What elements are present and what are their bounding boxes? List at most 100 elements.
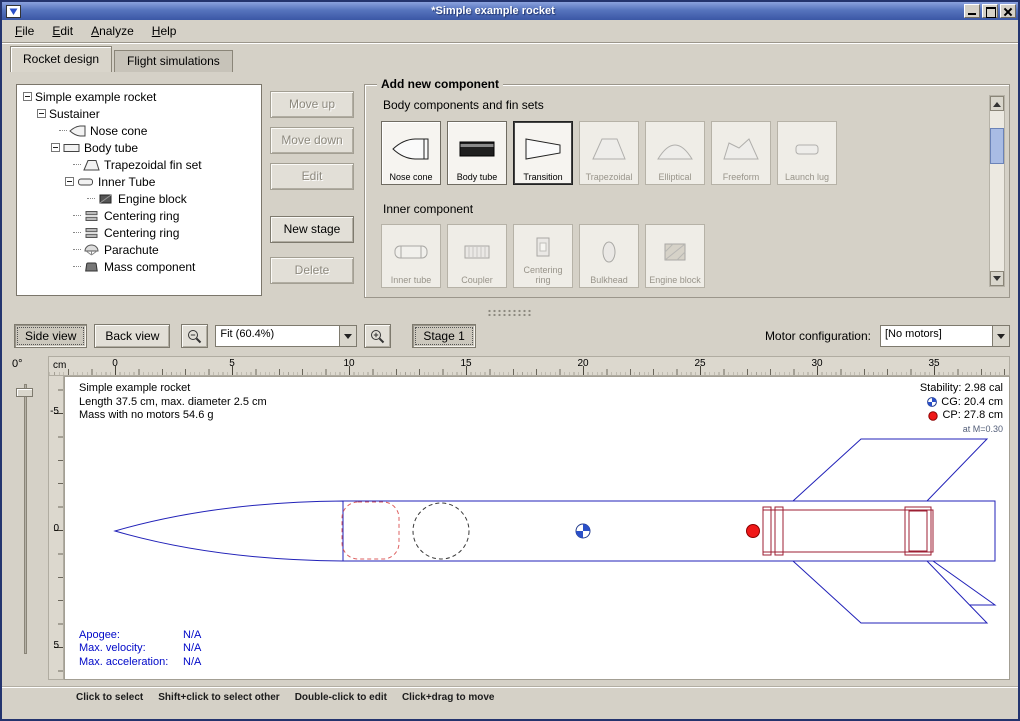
- rotation-angle-label: 0°: [12, 358, 23, 370]
- main-tabs: Rocket design Flight simulations: [2, 43, 1018, 72]
- add-engine-block-button[interactable]: Engine block: [645, 224, 705, 288]
- body-tube-icon: [457, 126, 497, 172]
- tree-actions: Move up Move down Edit New stage Delete: [270, 91, 354, 284]
- mach-condition: at M=0.30: [920, 423, 1003, 437]
- tree-item-rocket[interactable]: Simple example rocket: [19, 88, 261, 105]
- tree-item-inner-tube[interactable]: Inner Tube: [19, 173, 261, 190]
- menu-edit[interactable]: Edit: [43, 21, 82, 41]
- tab-flight-simulations[interactable]: Flight simulations: [114, 50, 233, 72]
- add-transition-button[interactable]: Transition: [513, 121, 573, 185]
- panel-splitter[interactable]: [2, 306, 1018, 318]
- elliptical-fin-icon: [655, 126, 695, 172]
- add-freeform-fin-button[interactable]: Freeform: [711, 121, 771, 185]
- tree-connector: [73, 232, 81, 233]
- scrollbar-thumb[interactable]: [990, 128, 1004, 164]
- tree-item-sustainer[interactable]: Sustainer: [19, 105, 261, 122]
- freeform-fin-icon: [721, 126, 761, 172]
- dropdown-arrow-icon[interactable]: [992, 326, 1009, 346]
- inner-component-label: Inner component: [383, 202, 473, 216]
- rocket-mass: Mass with no motors 54.6 g: [79, 409, 267, 423]
- add-elliptical-fin-button[interactable]: Elliptical: [645, 121, 705, 185]
- add-coupler-button[interactable]: Coupler: [447, 224, 507, 288]
- tree-item-centering-ring-2[interactable]: Centering ring: [19, 224, 261, 241]
- apogee-value: N/A: [183, 629, 201, 641]
- dropdown-arrow-icon[interactable]: [339, 326, 356, 346]
- move-down-button[interactable]: Move down: [270, 127, 354, 154]
- add-inner-tube-button[interactable]: Inner tube: [381, 224, 441, 288]
- minimize-button[interactable]: [964, 4, 980, 18]
- collapse-expander-icon[interactable]: [23, 92, 32, 101]
- add-bulkhead-button[interactable]: Bulkhead: [579, 224, 639, 288]
- tree-item-fin-set[interactable]: Trapezoidal fin set: [19, 156, 261, 173]
- centering-ring-icon: [523, 229, 563, 265]
- hint-shift-click: Shift+click to select other: [158, 692, 279, 719]
- cg-legend-icon: [927, 397, 937, 407]
- body-components-label: Body components and fin sets: [383, 98, 544, 112]
- new-stage-button[interactable]: New stage: [270, 216, 354, 243]
- transition-icon: [523, 126, 563, 172]
- zoom-select[interactable]: Fit (60.4%): [215, 325, 357, 347]
- tab-rocket-design[interactable]: Rocket design: [10, 46, 112, 72]
- collapse-expander-icon[interactable]: [51, 143, 60, 152]
- cp-value: CP: 27.8 cm: [942, 409, 1003, 423]
- maximize-button[interactable]: [982, 4, 998, 18]
- menu-analyze[interactable]: Analyze: [82, 21, 143, 41]
- zoom-in-button[interactable]: [364, 324, 391, 348]
- edit-button[interactable]: Edit: [270, 163, 354, 190]
- tree-item-body-tube[interactable]: Body tube: [19, 139, 261, 156]
- hint-double-click: Double-click to edit: [295, 692, 387, 719]
- component-panel-scrollbar[interactable]: [989, 95, 1005, 287]
- move-up-button[interactable]: Move up: [270, 91, 354, 118]
- zoom-out-button[interactable]: [181, 324, 208, 348]
- add-component-panel: Add new component Body components and fi…: [364, 84, 1010, 298]
- vertical-ruler: -5 0 5: [48, 376, 64, 680]
- rocket-info: Simple example rocket Length 37.5 cm, ma…: [79, 382, 267, 423]
- cg-value: CG: 20.4 cm: [941, 396, 1003, 410]
- app-icon[interactable]: [6, 5, 21, 18]
- engine-block-icon: [655, 229, 695, 275]
- max-acceleration-label: Max. acceleration:: [79, 656, 183, 670]
- close-button[interactable]: [1000, 4, 1016, 18]
- tree-item-nose-cone[interactable]: Nose cone: [19, 122, 261, 139]
- cp-legend-icon: [928, 411, 938, 421]
- scroll-up-icon[interactable]: [990, 96, 1004, 111]
- rotation-slider-thumb[interactable]: [16, 388, 33, 397]
- cg-marker-icon: [576, 524, 590, 538]
- cp-marker-icon: [747, 525, 760, 538]
- tree-item-engine-block[interactable]: Engine block: [19, 190, 261, 207]
- apogee-label: Apogee:: [79, 629, 183, 643]
- menu-file[interactable]: File: [6, 21, 43, 41]
- collapse-expander-icon[interactable]: [65, 177, 74, 186]
- add-trapezoidal-fin-button[interactable]: Trapezoidal: [579, 121, 639, 185]
- centering-ring-icon: [83, 210, 100, 222]
- max-velocity-label: Max. velocity:: [79, 642, 183, 656]
- tree-item-centering-ring-1[interactable]: Centering ring: [19, 207, 261, 224]
- collapse-expander-icon[interactable]: [37, 109, 46, 118]
- ruler-unit-label: cm: [53, 360, 66, 371]
- inner-tube-icon: [391, 229, 431, 275]
- motor-configuration-select[interactable]: [No motors]: [880, 325, 1010, 347]
- add-centering-ring-button[interactable]: Centering ring: [513, 224, 573, 288]
- horizontal-ruler: cm 0 5 10 15 20 25 30 35: [48, 356, 1010, 376]
- rocket-name: Simple example rocket: [79, 382, 267, 396]
- stage-1-toggle[interactable]: Stage 1: [412, 324, 475, 348]
- tree-item-mass-component[interactable]: Mass component: [19, 258, 261, 275]
- parachute-icon: [83, 244, 100, 256]
- add-nose-cone-button[interactable]: Nose cone: [381, 121, 441, 185]
- delete-button[interactable]: Delete: [270, 257, 354, 284]
- menu-help[interactable]: Help: [143, 21, 186, 41]
- rocket-plot-area[interactable]: Simple example rocket Length 37.5 cm, ma…: [64, 376, 1010, 680]
- scroll-down-icon[interactable]: [990, 271, 1004, 286]
- splitter-grip-icon[interactable]: [487, 309, 533, 316]
- centering-ring-icon: [83, 227, 100, 239]
- rotation-slider-track[interactable]: [24, 384, 27, 654]
- rocket-dimensions: Length 37.5 cm, max. diameter 2.5 cm: [79, 396, 267, 410]
- side-view-button[interactable]: Side view: [14, 324, 87, 348]
- add-launch-lug-button[interactable]: Launch lug: [777, 121, 837, 185]
- tree-connector: [73, 164, 81, 165]
- back-view-button[interactable]: Back view: [94, 324, 170, 348]
- add-body-tube-button[interactable]: Body tube: [447, 121, 507, 185]
- tree-connector: [59, 130, 67, 131]
- tree-item-parachute[interactable]: Parachute: [19, 241, 261, 258]
- max-acceleration-value: N/A: [183, 656, 201, 668]
